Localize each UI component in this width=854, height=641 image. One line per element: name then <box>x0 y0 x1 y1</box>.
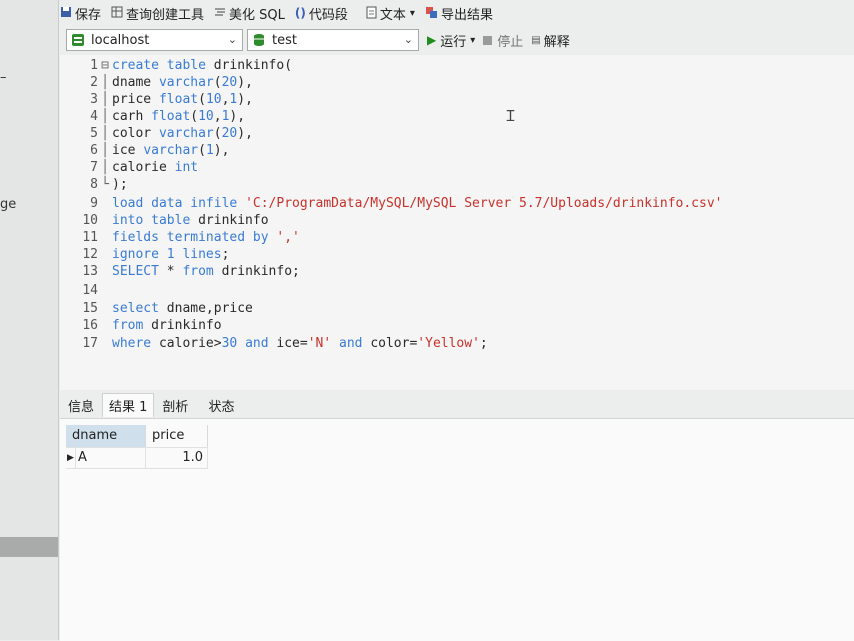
tab-status[interactable]: 状态 <box>202 394 240 417</box>
navigator-panel: – ge <box>0 0 59 640</box>
code-line: 9 load data infile 'C:/ProgramData/MySQL/… <box>90 196 723 211</box>
server-select[interactable]: localhost ⌄ <box>66 29 243 51</box>
result-tabs: 信息 结果 1 剖析 状态 <box>62 393 242 417</box>
text-cursor-icon: Ｉ <box>503 107 519 125</box>
code-line: 8 └); <box>90 177 128 192</box>
save-button[interactable]: 保存 <box>60 4 101 23</box>
connection-bar: localhost ⌄ test ⌄ ▶ 运行 ▾ 停止 ▤ 解释 <box>66 27 854 53</box>
explain-button[interactable]: ▤ 解释 <box>531 31 569 50</box>
tab-info[interactable]: 信息 <box>62 394 100 417</box>
play-icon: ▶ <box>427 33 437 47</box>
column-header-price[interactable]: price <box>146 425 208 447</box>
code-line: 10 into table drinkinfo <box>82 213 269 228</box>
tab-profile[interactable]: 剖析 <box>156 394 194 417</box>
tab-result-1[interactable]: 结果 1 <box>102 393 155 417</box>
query-builder-button[interactable]: 查询创建工具 <box>111 4 204 23</box>
database-select[interactable]: test ⌄ <box>247 29 419 51</box>
beautify-sql-button[interactable]: 美化 SQL <box>214 4 285 23</box>
sql-editor[interactable]: 1 ⊟ create table drinkinfo( 2 │ dname varcha… <box>60 55 854 390</box>
chevron-down-icon: ⌄ <box>403 33 413 46</box>
fold-collapse-icon: ⊟ <box>101 58 109 73</box>
navigator-selected-band <box>0 537 58 557</box>
current-row-marker-icon: ▶ <box>66 448 76 468</box>
stop-button[interactable]: 停止 <box>483 31 523 50</box>
code-line: 14 <box>82 283 98 298</box>
result-grid: dname price ▶ A 1.0 <box>66 425 208 469</box>
run-button[interactable]: ▶ 运行 ▾ <box>427 31 475 50</box>
navigator-marker: – <box>0 70 7 85</box>
chevron-down-icon: ⌄ <box>227 33 237 46</box>
save-icon <box>60 6 72 20</box>
export-icon <box>425 6 438 21</box>
grid-header-row: dname price <box>66 425 208 447</box>
code-snippet-button[interactable]: () 代码段 <box>295 4 348 23</box>
navigator-fragment-text: ge <box>0 197 17 212</box>
run-dropdown-arrow-icon: ▾ <box>470 34 476 46</box>
export-results-button[interactable]: 导出结果 <box>425 4 493 23</box>
code-line: 3 │ price float(10,1), <box>90 92 253 107</box>
document-icon <box>366 6 377 21</box>
code-line: 2 │ dname varchar(20), <box>90 75 253 90</box>
text-dropdown-arrow-icon: ▾ <box>409 7 415 19</box>
code-line: 6 │ ice varchar(1), <box>90 143 230 158</box>
code-line: 12 ignore 1 lines; <box>82 247 230 262</box>
code-line: 4 │ carh float(10,1), <box>90 109 246 124</box>
code-line: 1 ⊟ create table drinkinfo( <box>90 58 293 73</box>
query-builder-icon <box>111 6 123 20</box>
column-header-dname[interactable]: dname <box>66 425 146 447</box>
code-line: 5 │ color varchar(20), <box>90 126 253 141</box>
code-line: 11 fields terminated by ',' <box>82 230 300 245</box>
server-icon <box>71 33 85 47</box>
code-line: 16 from drinkinfo <box>82 318 222 333</box>
code-snippet-icon: () <box>294 6 306 20</box>
beautify-icon <box>214 6 226 20</box>
text-button[interactable]: 文本 ▾ <box>366 4 415 23</box>
cell-price[interactable]: 1.0 <box>146 448 208 468</box>
cell-dname[interactable]: A <box>76 448 146 468</box>
result-panel: dname price ▶ A 1.0 <box>60 418 854 641</box>
code-line: 7 │ calorie int <box>90 160 199 175</box>
explain-icon: ▤ <box>531 34 541 46</box>
code-line: 13 SELECT * from drinkinfo; <box>82 264 300 279</box>
code-line: 15 select dname,price <box>82 301 253 316</box>
table-row[interactable]: ▶ A 1.0 <box>66 447 208 469</box>
query-toolbar: 保存 查询创建工具 美化 SQL () 代码段 文本 ▾ 导出结果 <box>60 0 854 26</box>
database-icon <box>252 33 266 47</box>
stop-icon <box>483 35 493 45</box>
code-line: 17 where calorie>30 and ice='N' and color… <box>82 336 488 351</box>
